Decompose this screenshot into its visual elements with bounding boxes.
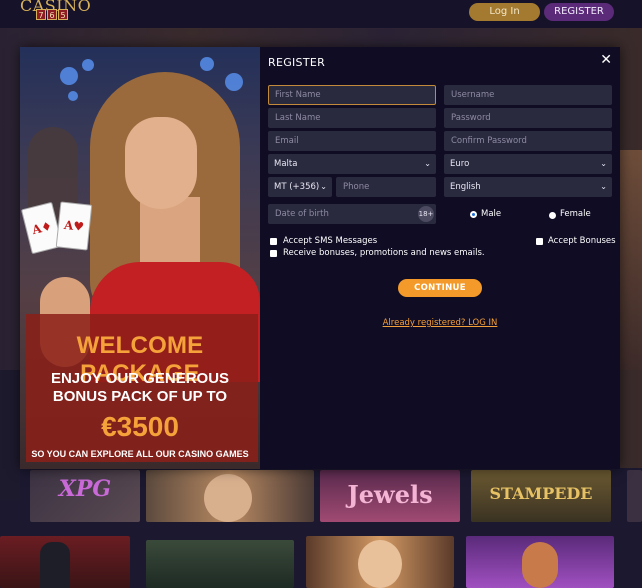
language-select[interactable]: English ⌄ xyxy=(444,177,612,197)
news-emails-checkbox-label[interactable]: Receive bonuses, promotions and news ema… xyxy=(283,248,485,258)
background-light xyxy=(68,91,78,101)
game-tile-figure xyxy=(40,542,70,588)
header-login-button[interactable]: Log In xyxy=(469,3,540,21)
username-input[interactable] xyxy=(444,85,612,105)
playing-card: A♥ xyxy=(55,201,93,251)
form-title: REGISTER xyxy=(268,56,326,69)
password-input[interactable] xyxy=(444,108,612,128)
phone-input[interactable] xyxy=(336,177,436,197)
sms-checkbox[interactable] xyxy=(270,238,277,245)
phone-code-select[interactable]: MT (+356) ⌄ xyxy=(268,177,332,197)
welcome-line-2: BONUS PACK OF UP TO xyxy=(52,388,228,405)
welcome-bonus-amount: €3500 xyxy=(101,411,179,442)
date-of-birth-input[interactable] xyxy=(268,204,436,224)
bonuses-checkbox[interactable] xyxy=(536,238,543,245)
gender-female-label[interactable]: Female xyxy=(560,209,591,219)
game-tile[interactable] xyxy=(146,470,314,522)
game-tile[interactable]: STAMPEDE xyxy=(471,470,611,522)
background-light xyxy=(60,67,78,85)
date-of-birth-field[interactable]: 18+ xyxy=(268,204,436,224)
gender-female-radio[interactable] xyxy=(549,212,556,219)
background-light xyxy=(82,59,94,71)
game-tile-label: Jewels xyxy=(347,480,433,509)
game-tile-figure xyxy=(522,542,558,588)
model-face xyxy=(125,117,197,209)
casino-logo[interactable]: CASINO 7 6 5 xyxy=(20,0,91,26)
email-input[interactable] xyxy=(268,131,436,151)
country-select[interactable]: Malta ⌄ xyxy=(268,154,436,174)
header-register-button[interactable]: REGISTER xyxy=(544,3,614,21)
chevron-down-icon: ⌄ xyxy=(600,159,607,168)
game-tile-face xyxy=(358,540,402,588)
register-form: REGISTER ✕ Malta ⌄ Euro ⌄ MT (+356) ⌄ En… xyxy=(260,47,620,469)
chevron-down-icon: ⌄ xyxy=(424,159,431,168)
news-emails-checkbox[interactable] xyxy=(270,250,277,257)
background-light xyxy=(225,73,243,91)
welcome-line-1: ENJOY OUR GENEROUS xyxy=(50,370,230,387)
phone-code-value: MT (+356) xyxy=(274,182,320,192)
chevron-down-icon: ⌄ xyxy=(320,182,327,191)
confirm-password-input[interactable] xyxy=(444,131,612,151)
game-tile-label: STAMPEDE xyxy=(489,484,593,503)
logo-digits: 7 6 5 xyxy=(36,9,68,20)
side-strip xyxy=(0,370,20,500)
logo-digit: 7 xyxy=(36,9,46,20)
game-tile[interactable] xyxy=(146,540,294,588)
currency-select[interactable]: Euro ⌄ xyxy=(444,154,612,174)
welcome-footer-text: SO YOU CAN EXPLORE ALL OUR CASINO GAMES xyxy=(31,449,249,459)
top-navigation-bar: CASINO 7 6 5 Log In REGISTER xyxy=(0,0,642,28)
last-name-input[interactable] xyxy=(268,108,436,128)
already-registered-login-link[interactable]: Already registered? LOG IN xyxy=(260,318,620,328)
language-select-value: English xyxy=(450,182,481,192)
bonuses-checkbox-label[interactable]: Accept Bonuses xyxy=(548,236,616,246)
game-tile[interactable]: Jewels xyxy=(320,470,460,522)
continue-button[interactable]: CONTINUE xyxy=(398,279,482,297)
hero-banner-edge xyxy=(620,150,642,370)
welcome-promo-panel: A♦ A♥ WELCOME PACKAGE ENJOY OUR GENEROUS… xyxy=(20,47,260,469)
gender-male-label[interactable]: Male xyxy=(481,209,501,219)
game-tile[interactable] xyxy=(306,536,454,588)
logo-digit: 5 xyxy=(58,9,68,20)
game-tile[interactable] xyxy=(0,536,130,588)
chevron-down-icon: ⌄ xyxy=(600,182,607,191)
register-modal: A♦ A♥ WELCOME PACKAGE ENJOY OUR GENEROUS… xyxy=(20,47,620,469)
background-light xyxy=(200,57,214,71)
currency-select-value: Euro xyxy=(450,159,470,169)
game-tile[interactable] xyxy=(466,536,614,588)
country-select-value: Malta xyxy=(274,159,298,169)
game-tile[interactable]: XPG xyxy=(30,470,140,522)
first-name-input[interactable] xyxy=(268,85,436,105)
age-18-badge: 18+ xyxy=(418,206,434,222)
sms-checkbox-label[interactable]: Accept SMS Messages xyxy=(283,236,377,246)
close-icon[interactable]: ✕ xyxy=(600,52,612,68)
gender-male-radio[interactable] xyxy=(470,211,477,218)
game-tile-face xyxy=(204,474,252,522)
logo-digit: 6 xyxy=(47,9,57,20)
game-tile[interactable] xyxy=(627,470,642,522)
game-tile-label: XPG xyxy=(58,476,112,502)
